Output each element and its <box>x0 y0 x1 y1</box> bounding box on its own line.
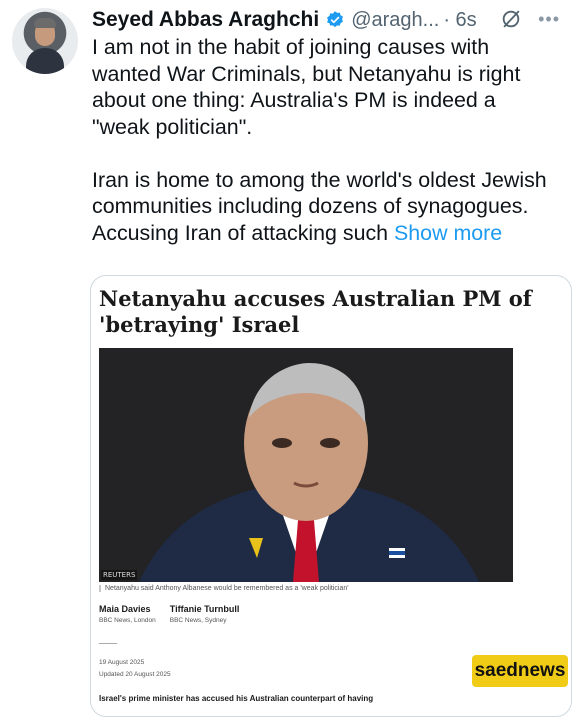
author-name[interactable]: Seyed Abbas Araghchi <box>92 8 319 32</box>
tweet-time[interactable]: · 6s <box>443 9 476 32</box>
tweet-body: I am not in the habit of joining causes … <box>92 35 547 245</box>
grok-icon[interactable] <box>500 8 522 30</box>
author-1-name: Maia Davies <box>99 604 151 614</box>
avatar-hair <box>34 18 56 28</box>
tweet-text: I am not in the habit of joining causes … <box>92 34 572 246</box>
article-lede: Israel's prime minister has accused his … <box>99 694 374 703</box>
watermark-logo: saednews <box>472 655 568 687</box>
more-dots-icon[interactable]: ••• <box>538 9 560 30</box>
link-card[interactable]: Netanyahu accuses Australian PM of 'betr… <box>90 275 572 717</box>
byline: Maia Davies BBC News, London Tiffanie Tu… <box>99 604 239 624</box>
dates: 19 August 2025 Updated 20 August 2025 <box>99 657 171 681</box>
image-caption: Netanyahu said Anthony Albanese would be… <box>99 585 519 592</box>
author-avatar[interactable] <box>12 8 78 74</box>
author-2-name: Tiffanie Turnbull <box>169 604 240 614</box>
card-photo[interactable]: REUTERS <box>99 348 513 582</box>
updated-date: Updated 20 August 2025 <box>99 671 171 678</box>
author-2-desk: BBC News, Sydney <box>169 617 227 624</box>
published-date: 19 August 2025 <box>99 659 145 666</box>
author-2: Tiffanie Turnbull BBC News, Sydney <box>170 604 240 624</box>
tweet-actions: ••• <box>500 8 560 30</box>
author-1-desk: BBC News, London <box>99 617 156 624</box>
image-credit: REUTERS <box>101 570 138 580</box>
card-headline[interactable]: Netanyahu accuses Australian PM of 'betr… <box>99 286 559 338</box>
avatar-suit <box>26 48 64 74</box>
author-1: Maia Davies BBC News, London <box>99 604 156 624</box>
portrait-illustration <box>99 348 513 582</box>
author-handle[interactable]: @aragh... <box>351 9 439 32</box>
show-more-link[interactable]: Show more <box>394 221 502 245</box>
verified-badge-icon <box>327 11 344 28</box>
tweet-header: Seyed Abbas Araghchi @aragh... · 6s ••• <box>92 6 572 34</box>
divider <box>99 643 117 644</box>
